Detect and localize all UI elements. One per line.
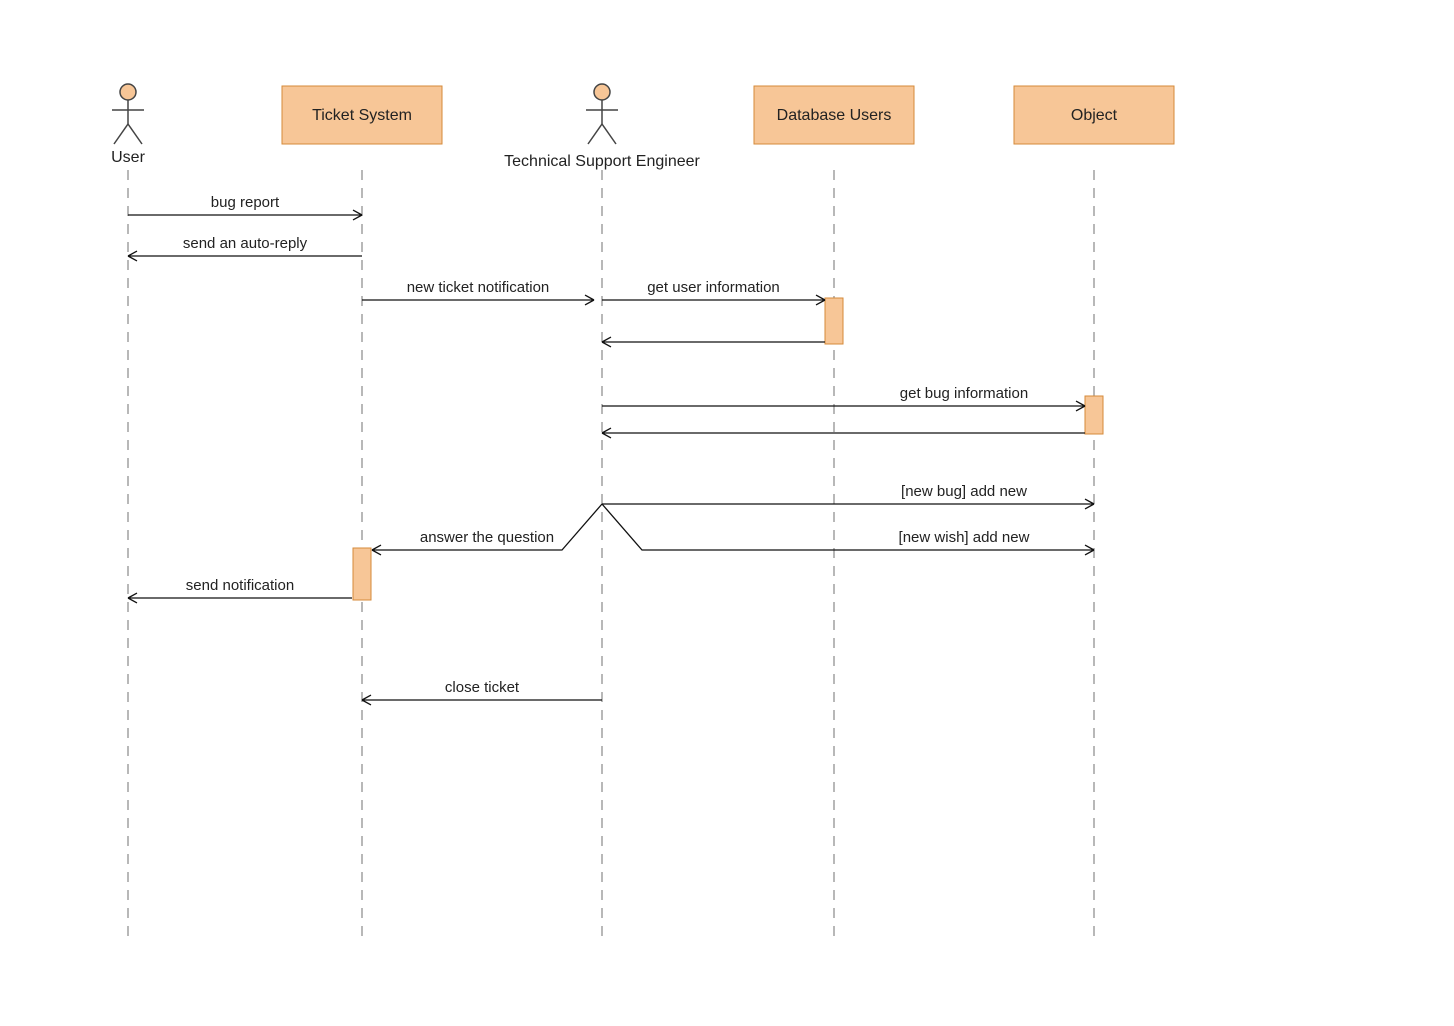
actor-tse [586, 84, 618, 144]
message-label-3: get user information [647, 279, 780, 296]
message-label-5: get bug information [900, 385, 1028, 402]
activation-dbusers-0 [825, 298, 843, 344]
actor-tse-label: Technical Support Engineer [504, 153, 700, 170]
activation-object-1 [1085, 396, 1103, 434]
message-label-11: close ticket [445, 679, 520, 696]
message-label-0: bug report [211, 194, 280, 211]
sequence-diagram: User Ticket System Technical Support Engin… [0, 0, 1454, 1026]
object-object-label: Object [1071, 107, 1118, 124]
actor-user-label: User [111, 149, 145, 166]
message-label-2: new ticket notification [407, 279, 550, 296]
message-label-9: answer the question [420, 529, 554, 546]
object-database-users-label: Database Users [777, 107, 892, 124]
message-label-1: send an auto-reply [183, 235, 308, 252]
actor-user [112, 84, 144, 144]
activation-ticket-2 [353, 548, 371, 600]
message-label-8: [new wish] add new [899, 529, 1030, 546]
message-label-10: send notification [186, 577, 294, 594]
object-ticket-system-label: Ticket System [312, 107, 412, 124]
message-label-7: [new bug] add new [901, 483, 1027, 500]
